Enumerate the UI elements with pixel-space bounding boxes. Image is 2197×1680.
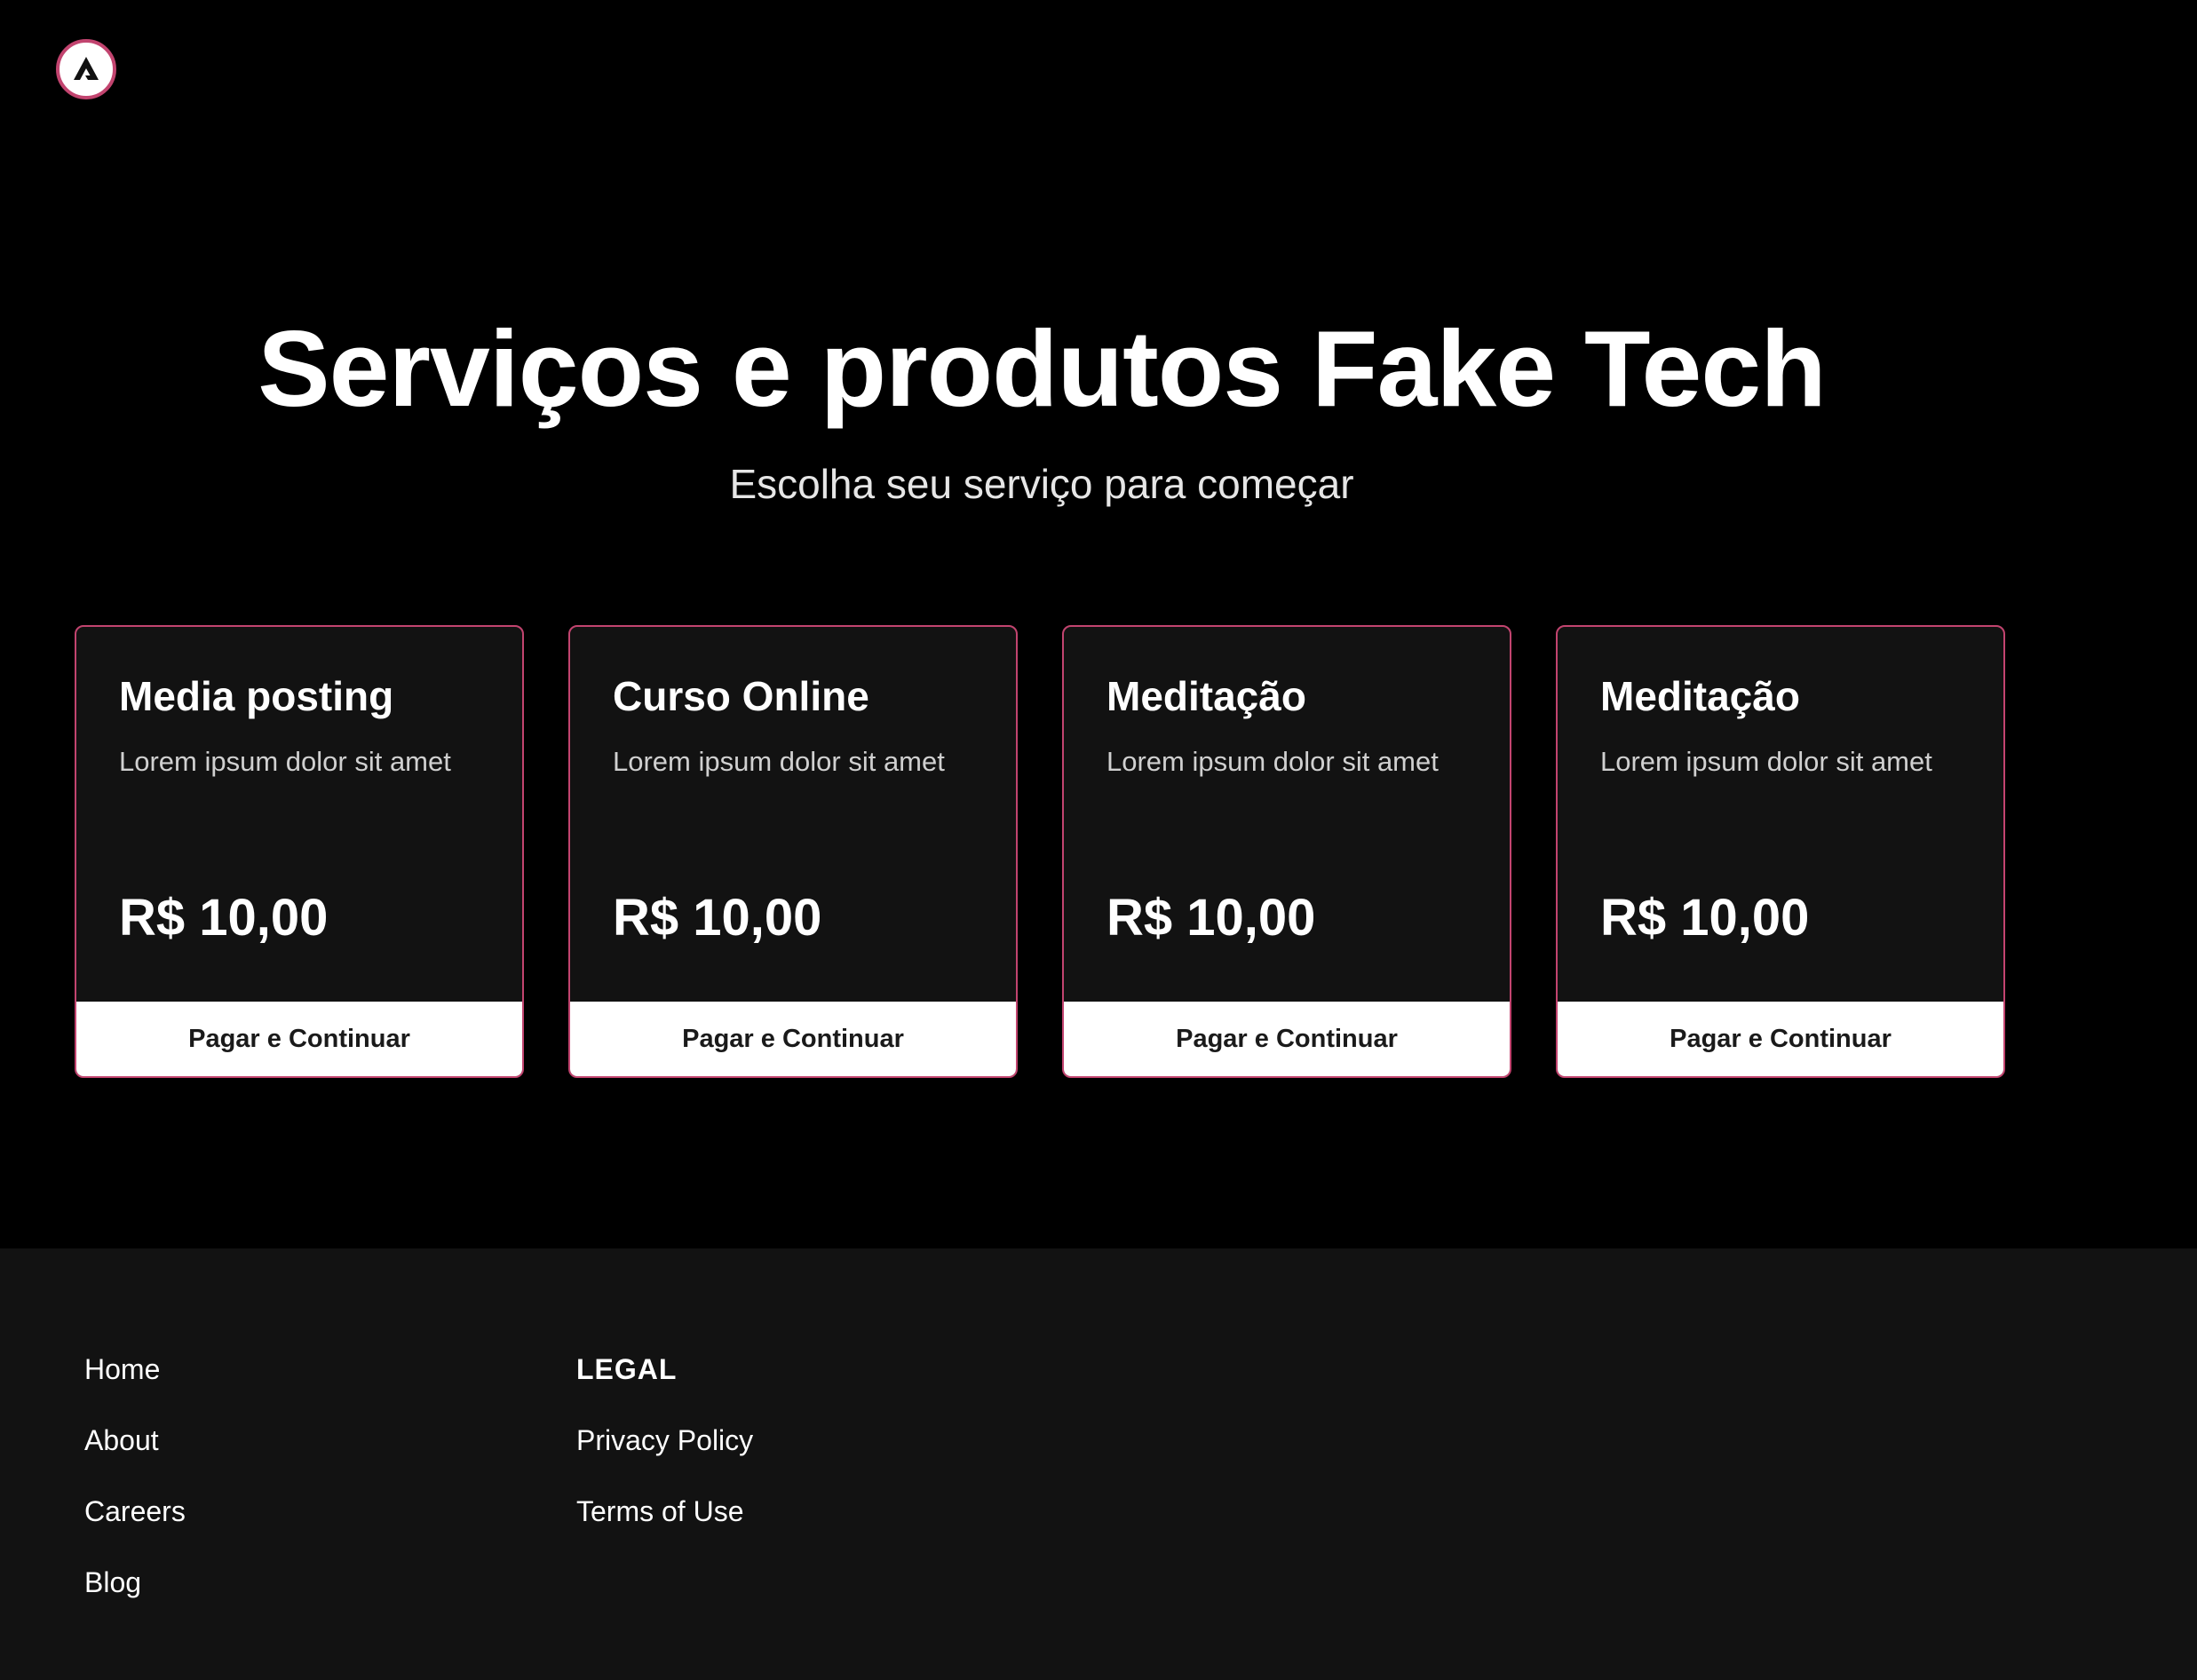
product-card: Meditação Lorem ipsum dolor sit amet R$ … <box>1556 625 2005 1078</box>
logo-link[interactable] <box>56 39 116 99</box>
card-price: R$ 10,00 <box>613 889 822 947</box>
card-price: R$ 10,00 <box>1106 889 1316 947</box>
page-title: Serviços e produtos Fake Tech <box>258 308 1826 429</box>
card-description: Lorem ipsum dolor sit amet <box>613 746 945 777</box>
page: Serviços e produtos Fake Tech Escolha se… <box>0 0 2197 1680</box>
card-description: Lorem ipsum dolor sit amet <box>119 746 451 777</box>
card-title: Meditação <box>1106 673 1306 719</box>
product-card: Meditação Lorem ipsum dolor sit amet R$ … <box>1062 625 1511 1078</box>
product-card: Media posting Lorem ipsum dolor sit amet… <box>75 625 524 1078</box>
card-title: Media posting <box>119 673 394 719</box>
card-price: R$ 10,00 <box>119 889 329 947</box>
product-cards: Media posting Lorem ipsum dolor sit amet… <box>75 625 2005 1078</box>
pay-continue-button[interactable]: Pagar e Continuar <box>76 1002 522 1076</box>
pay-continue-button[interactable]: Pagar e Continuar <box>1064 1002 1510 1076</box>
pay-continue-button[interactable]: Pagar e Continuar <box>570 1002 1016 1076</box>
card-price: R$ 10,00 <box>1600 889 1810 947</box>
product-card: Curso Online Lorem ipsum dolor sit amet … <box>568 625 1018 1078</box>
footer-legal: LEGAL Privacy Policy Terms of Use <box>576 1334 753 1547</box>
footer-link-terms-of-use[interactable]: Terms of Use <box>576 1476 753 1547</box>
page-subtitle: Escolha seu serviço para começar <box>729 461 1354 507</box>
card-title: Curso Online <box>613 673 869 719</box>
card-title: Meditação <box>1600 673 1800 719</box>
footer-link-home[interactable]: Home <box>84 1334 186 1405</box>
footer-link-about[interactable]: About <box>84 1405 186 1476</box>
footer-link-privacy-policy[interactable]: Privacy Policy <box>576 1405 753 1476</box>
footer-link-careers[interactable]: Careers <box>84 1476 186 1547</box>
footer: Home About Careers Blog LEGAL Privacy Po… <box>0 1248 2197 1680</box>
footer-nav: Home About Careers Blog <box>84 1334 186 1618</box>
footer-legal-heading: LEGAL <box>576 1353 678 1385</box>
pay-continue-button[interactable]: Pagar e Continuar <box>1558 1002 2003 1076</box>
card-description: Lorem ipsum dolor sit amet <box>1600 746 1932 777</box>
footer-link-blog[interactable]: Blog <box>84 1547 186 1618</box>
logo-icon <box>68 52 104 87</box>
card-description: Lorem ipsum dolor sit amet <box>1106 746 1439 777</box>
